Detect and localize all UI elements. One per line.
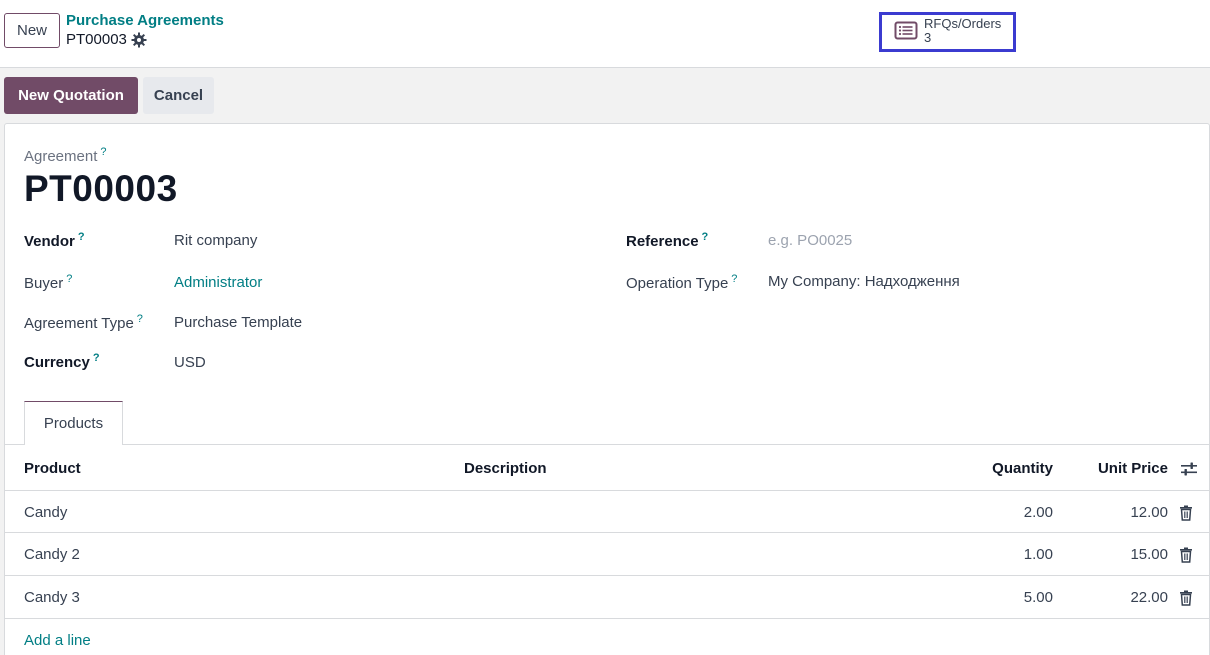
breadcrumb-purchase-agreements[interactable]: Purchase Agreements bbox=[66, 12, 224, 29]
table-row-unit-price[interactable]: 22.00 bbox=[1068, 589, 1168, 606]
table-divider bbox=[5, 575, 1209, 576]
tab-products[interactable]: Products bbox=[24, 401, 123, 445]
gear-icon[interactable] bbox=[131, 32, 147, 48]
breadcrumb-current-record: PT00003 bbox=[66, 31, 147, 48]
smart-button-label: RFQs/Orders bbox=[924, 16, 1002, 31]
column-header-description[interactable]: Description bbox=[464, 460, 547, 477]
table-row-product[interactable]: Candy bbox=[24, 504, 67, 521]
vendor-label-text: Vendor bbox=[24, 233, 75, 250]
currency-label: Currency? bbox=[24, 352, 100, 371]
reference-label-text: Reference bbox=[626, 233, 699, 250]
cancel-button[interactable]: Cancel bbox=[143, 77, 214, 114]
table-divider bbox=[5, 490, 1209, 491]
trash-icon[interactable] bbox=[1179, 505, 1193, 521]
table-divider bbox=[5, 618, 1209, 619]
buyer-field[interactable]: Administrator bbox=[174, 274, 262, 291]
control-panel: New Purchase Agreements PT00003 RFQs/Ord… bbox=[0, 0, 1210, 68]
table-row-product[interactable]: Candy 3 bbox=[24, 589, 80, 606]
agreement-label: Agreement? bbox=[24, 146, 107, 165]
table-divider bbox=[5, 532, 1209, 533]
agreement-label-text: Agreement bbox=[24, 148, 98, 165]
vendor-label: Vendor? bbox=[24, 231, 85, 250]
help-icon[interactable]: ? bbox=[702, 231, 709, 243]
list-icon bbox=[894, 20, 918, 42]
rfqs-orders-smart-button[interactable]: RFQs/Orders 3 bbox=[879, 12, 1016, 52]
form-sheet: Agreement? PT00003 Vendor? Rit company B… bbox=[4, 123, 1210, 655]
table-row-unit-price[interactable]: 12.00 bbox=[1068, 504, 1168, 521]
help-icon[interactable]: ? bbox=[731, 273, 737, 285]
buyer-label: Buyer? bbox=[24, 273, 72, 292]
operation-type-field[interactable]: My Company: Надходження bbox=[768, 273, 960, 290]
buyer-label-text: Buyer bbox=[24, 275, 64, 292]
reference-label: Reference? bbox=[626, 231, 708, 250]
table-row-quantity[interactable]: 2.00 bbox=[953, 504, 1053, 521]
column-header-quantity[interactable]: Quantity bbox=[953, 460, 1053, 477]
help-icon[interactable]: ? bbox=[66, 273, 72, 285]
smart-button-count: 3 bbox=[924, 30, 932, 45]
agreement-type-label: Agreement Type? bbox=[24, 313, 143, 332]
trash-icon[interactable] bbox=[1179, 547, 1193, 563]
agreement-type-field[interactable]: Purchase Template bbox=[174, 314, 302, 331]
help-icon[interactable]: ? bbox=[93, 352, 100, 364]
help-icon[interactable]: ? bbox=[78, 231, 85, 243]
currency-field[interactable]: USD bbox=[174, 354, 206, 371]
column-header-product[interactable]: Product bbox=[24, 460, 81, 477]
operation-type-label: Operation Type? bbox=[626, 273, 737, 292]
new-button[interactable]: New bbox=[4, 13, 60, 48]
agreement-type-label-text: Agreement Type bbox=[24, 315, 134, 332]
table-row-product[interactable]: Candy 2 bbox=[24, 546, 80, 563]
table-row-quantity[interactable]: 5.00 bbox=[953, 589, 1053, 606]
optional-columns-icon[interactable] bbox=[1180, 460, 1198, 478]
agreement-name[interactable]: PT00003 bbox=[24, 168, 178, 210]
record-name: PT00003 bbox=[66, 31, 127, 48]
tab-divider bbox=[5, 444, 1209, 445]
table-row-unit-price[interactable]: 15.00 bbox=[1068, 546, 1168, 563]
currency-label-text: Currency bbox=[24, 354, 90, 371]
reference-input[interactable]: e.g. PO0025 bbox=[768, 232, 852, 249]
table-row-quantity[interactable]: 1.00 bbox=[953, 546, 1053, 563]
help-icon[interactable]: ? bbox=[137, 313, 143, 325]
operation-type-label-text: Operation Type bbox=[626, 275, 729, 292]
vendor-field[interactable]: Rit company bbox=[174, 232, 257, 249]
help-icon[interactable]: ? bbox=[100, 146, 106, 158]
trash-icon[interactable] bbox=[1179, 590, 1193, 606]
new-quotation-button[interactable]: New Quotation bbox=[4, 77, 138, 114]
add-a-line-link[interactable]: Add a line bbox=[24, 632, 91, 649]
column-header-unit-price[interactable]: Unit Price bbox=[1068, 460, 1168, 477]
